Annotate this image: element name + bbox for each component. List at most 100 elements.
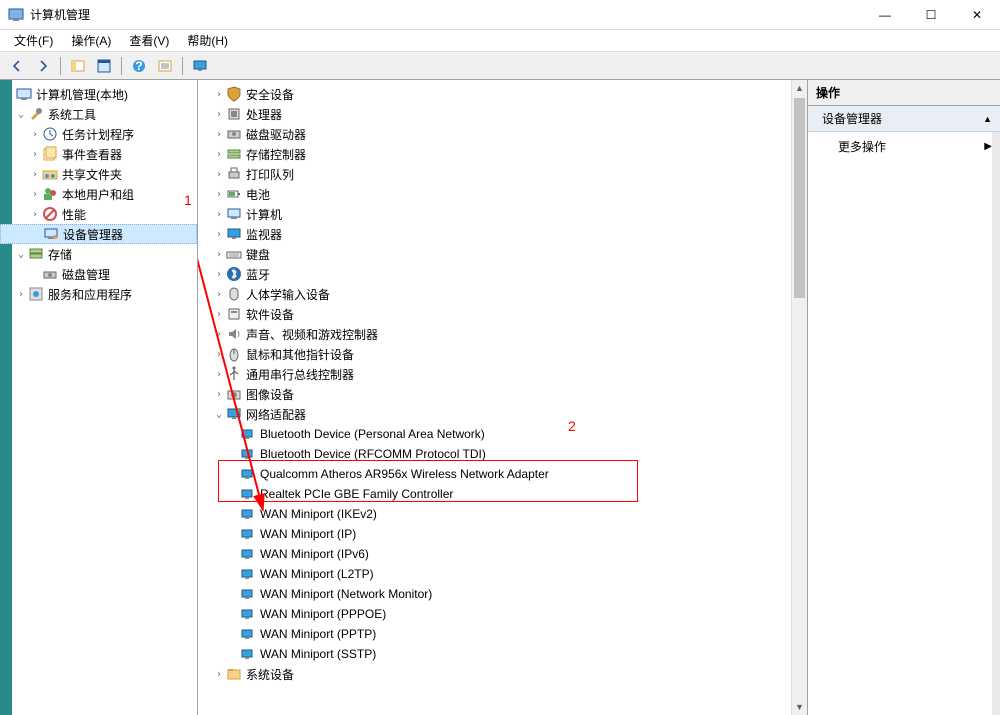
scrollbar[interactable]: ▲ ▼ <box>791 80 807 715</box>
actions-header: 操作 <box>808 80 1000 106</box>
svg-text:?: ? <box>135 59 142 73</box>
device-category-imaging[interactable]: ›图像设备 <box>198 384 791 404</box>
expand-icon[interactable]: › <box>212 189 226 200</box>
expand-icon[interactable]: › <box>212 129 226 140</box>
expand-icon[interactable]: › <box>212 269 226 280</box>
device-category-computer[interactable]: ›计算机 <box>198 204 791 224</box>
tree-storage[interactable]: ⌄ 存储 <box>0 244 197 264</box>
nav-back-button[interactable] <box>6 55 28 77</box>
expand-icon[interactable]: › <box>212 149 226 160</box>
device-category-security-devices[interactable]: ›安全设备 <box>198 84 791 104</box>
device-category-bluetooth[interactable]: ›蓝牙 <box>198 264 791 284</box>
view-list-button[interactable] <box>154 55 176 77</box>
performance-icon <box>42 206 58 222</box>
expand-icon[interactable]: › <box>28 169 42 180</box>
expand-icon[interactable]: › <box>28 129 42 140</box>
tree-shared-folders[interactable]: › 共享文件夹 <box>0 164 197 184</box>
expand-icon[interactable]: › <box>212 109 226 120</box>
network-adapter-item[interactable]: Realtek PCIe GBE Family Controller <box>198 484 791 504</box>
expand-icon[interactable]: › <box>28 209 42 220</box>
expand-icon[interactable]: › <box>28 189 42 200</box>
expand-icon[interactable]: › <box>212 309 226 320</box>
scheduler-icon <box>42 126 58 142</box>
tree-local-users[interactable]: › 本地用户和组 <box>0 184 197 204</box>
menu-file[interactable]: 文件(F) <box>6 30 61 51</box>
device-category-batteries[interactable]: ›电池 <box>198 184 791 204</box>
collapse-icon[interactable]: ⌄ <box>14 249 28 260</box>
device-category-storage-controllers[interactable]: ›存储控制器 <box>198 144 791 164</box>
tree-disk-management[interactable]: 磁盘管理 <box>0 264 197 284</box>
device-category-network-adapters[interactable]: ⌄网络适配器 <box>198 404 791 424</box>
menu-help[interactable]: 帮助(H) <box>179 30 236 51</box>
console-tree[interactable]: 计算机管理(本地) ⌄ 系统工具 › 任务计划程序 › 事件查看器 › 共享文件… <box>0 80 198 715</box>
system-icon <box>226 666 242 682</box>
device-category-mice[interactable]: ›鼠标和其他指针设备 <box>198 344 791 364</box>
expand-icon[interactable]: › <box>212 369 226 380</box>
expand-icon[interactable]: › <box>212 249 226 260</box>
device-category-monitors[interactable]: ›监视器 <box>198 224 791 244</box>
network-adapter-item[interactable]: WAN Miniport (IKEv2) <box>198 504 791 524</box>
toolbar-separator <box>121 57 122 75</box>
network-adapter-item[interactable]: WAN Miniport (Network Monitor) <box>198 584 791 604</box>
maximize-button[interactable]: ☐ <box>908 0 954 29</box>
device-category-hid[interactable]: ›人体学输入设备 <box>198 284 791 304</box>
tree-system-tools[interactable]: ⌄ 系统工具 <box>0 104 197 124</box>
expand-icon[interactable]: › <box>212 169 226 180</box>
device-category-software-devices[interactable]: ›软件设备 <box>198 304 791 324</box>
close-button[interactable]: ✕ <box>954 0 1000 29</box>
expand-icon[interactable]: › <box>212 89 226 100</box>
network-adapter-item[interactable]: WAN Miniport (L2TP) <box>198 564 791 584</box>
network-adapter-item[interactable]: WAN Miniport (IPv6) <box>198 544 791 564</box>
expand-icon[interactable]: › <box>212 209 226 220</box>
network-adapter-item[interactable]: Bluetooth Device (RFCOMM Protocol TDI) <box>198 444 791 464</box>
camera-icon <box>226 386 242 402</box>
tree-services-apps[interactable]: › 服务和应用程序 <box>0 284 197 304</box>
network-adapter-icon <box>240 486 256 502</box>
expand-icon[interactable]: › <box>212 669 226 680</box>
monitor-icon[interactable] <box>189 55 211 77</box>
expand-icon[interactable]: › <box>212 289 226 300</box>
minimize-button[interactable]: — <box>862 0 908 29</box>
tree-event-viewer[interactable]: › 事件查看器 <box>0 144 197 164</box>
tree-root[interactable]: 计算机管理(本地) <box>0 84 197 104</box>
device-category-print-queues[interactable]: ›打印队列 <box>198 164 791 184</box>
actions-more[interactable]: 更多操作 ▶ <box>808 132 1000 161</box>
scroll-down-icon[interactable]: ▼ <box>792 699 807 715</box>
expand-icon[interactable]: › <box>14 289 28 300</box>
device-category-keyboards[interactable]: ›键盘 <box>198 244 791 264</box>
show-hide-tree-button[interactable] <box>67 55 89 77</box>
device-category-disk-drives[interactable]: ›磁盘驱动器 <box>198 124 791 144</box>
menubar: 文件(F) 操作(A) 查看(V) 帮助(H) <box>0 30 1000 52</box>
tree-task-scheduler[interactable]: › 任务计划程序 <box>0 124 197 144</box>
expand-icon[interactable]: › <box>212 329 226 340</box>
tree-device-manager[interactable]: 设备管理器 <box>0 224 197 244</box>
expand-icon[interactable]: › <box>212 349 226 360</box>
device-category-system-devices[interactable]: ›系统设备 <box>198 664 791 684</box>
device-category-sound-video[interactable]: ›声音、视频和游戏控制器 <box>198 324 791 344</box>
network-adapter-item[interactable]: Qualcomm Atheros AR956x Wireless Network… <box>198 464 791 484</box>
expand-icon[interactable]: › <box>28 149 42 160</box>
submenu-arrow-icon: ▶ <box>984 141 992 152</box>
network-adapter-item[interactable]: WAN Miniport (PPTP) <box>198 624 791 644</box>
collapse-icon[interactable]: ⌄ <box>14 109 28 120</box>
actions-group[interactable]: 设备管理器 ▲ <box>808 106 1000 132</box>
scroll-up-icon[interactable]: ▲ <box>792 80 807 96</box>
menu-action[interactable]: 操作(A) <box>63 30 119 51</box>
collapse-triangle-icon[interactable]: ▲ <box>983 114 992 124</box>
collapse-icon[interactable]: ⌄ <box>212 409 226 420</box>
tree-performance[interactable]: › 性能 <box>0 204 197 224</box>
help-button[interactable]: ? <box>128 55 150 77</box>
expand-icon[interactable]: › <box>212 389 226 400</box>
scroll-thumb[interactable] <box>794 98 805 298</box>
expand-icon[interactable]: › <box>212 229 226 240</box>
device-category-usb-controllers[interactable]: ›通用串行总线控制器 <box>198 364 791 384</box>
properties-button[interactable] <box>93 55 115 77</box>
network-adapter-item[interactable]: WAN Miniport (SSTP) <box>198 644 791 664</box>
nav-forward-button[interactable] <box>32 55 54 77</box>
network-adapter-item[interactable]: WAN Miniport (PPPOE) <box>198 604 791 624</box>
network-adapter-item[interactable]: Bluetooth Device (Personal Area Network) <box>198 424 791 444</box>
network-adapter-item[interactable]: WAN Miniport (IP) <box>198 524 791 544</box>
menu-view[interactable]: 查看(V) <box>121 30 177 51</box>
device-category-processors[interactable]: ›处理器 <box>198 104 791 124</box>
device-tree[interactable]: ›安全设备›处理器›磁盘驱动器›存储控制器›打印队列›电池›计算机›监视器›键盘… <box>198 80 791 715</box>
